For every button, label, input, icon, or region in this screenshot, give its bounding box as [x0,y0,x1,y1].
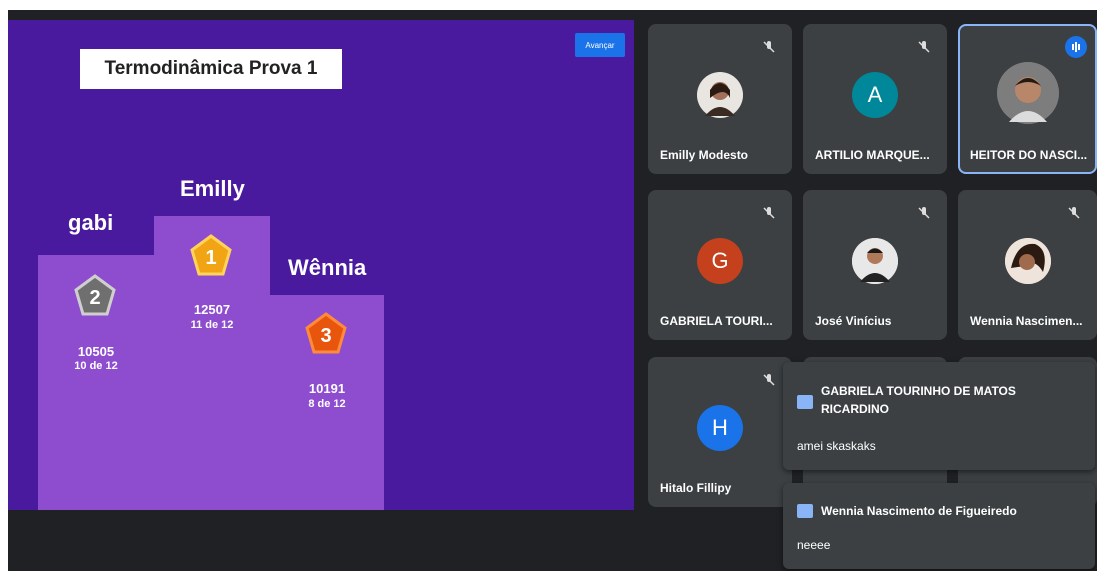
podium-name-second: gabi [68,210,114,235]
participant-tile[interactable]: José Vinícius [803,190,947,340]
podium-name-first: Emilly [180,176,245,201]
mic-off-icon [763,41,775,53]
avatar-letter: G [697,238,743,284]
participant-name: GABRIELA TOURI... [660,314,773,328]
chat-icon [797,395,813,409]
avatar-photo [996,62,1059,124]
speaking-indicator-icon [1065,36,1087,58]
mic-off-icon [918,207,930,219]
participant-tile[interactable]: Emilly Modesto [648,24,792,174]
advance-button[interactable]: Avançar [575,33,625,57]
third-place-badge-icon: 3 [305,312,347,354]
first-place-number: 1 [205,247,216,269]
mic-off-icon [1068,207,1080,219]
podium-score-first: 12507 [193,302,231,317]
second-place-number: 2 [89,287,100,309]
podium-name-third: Wênnia [288,255,367,280]
participant-name: Emilly Modesto [660,148,749,162]
chat-notification[interactable]: GABRIELA TOURINHO DE MATOS RICARDINO ame… [783,362,1095,470]
avatar-photo [1004,238,1051,284]
chat-sender: Wennia Nascimento de Figueiredo [821,504,1017,518]
podium-detail-third: 8 de 12 [308,398,346,410]
chat-sender: GABRIELA TOURINHO DE MATOS RICARDINO [821,384,1016,416]
participant-tile[interactable]: H Hitalo Fillipy [648,357,792,507]
chat-icon [797,504,813,518]
podium-score-second: 10505 [77,344,115,359]
second-place-badge-icon: 2 [74,274,116,316]
avatar-letter: A [852,72,898,118]
podium-detail-first: 11 de 12 [190,319,234,331]
participant-tile[interactable]: A ARTILIO MARQUE... [803,24,947,174]
mic-off-icon [763,374,775,386]
participant-name: José Vinícius [815,314,892,328]
participant-name: HEITOR DO NASCI... [970,148,1088,162]
participant-tile-active-speaker[interactable]: HEITOR DO NASCI... [958,24,1097,174]
participant-tile[interactable]: G GABRIELA TOURI... [648,190,792,340]
participant-name: Hitalo Fillipy [660,481,732,495]
participant-name: Wennia Nascimen... [970,314,1083,328]
podium-score-third: 10191 [308,381,346,396]
participant-tile[interactable]: Wennia Nascimen... [958,190,1097,340]
avatar-letter: H [697,405,743,451]
avatar-photo [697,72,743,118]
third-place-number: 3 [320,325,331,347]
participant-name: ARTILIO MARQUE... [815,148,930,162]
first-place-badge-icon: 1 [190,234,232,276]
podium-detail-second: 10 de 12 [74,360,118,372]
avatar-photo [852,238,898,284]
presentation-title: Termodinâmica Prova 1 [80,49,342,89]
chat-message: neeee [797,538,831,552]
mic-off-icon [918,41,930,53]
chat-message: amei skaskaks [797,439,876,453]
chat-notification[interactable]: Wennia Nascimento de Figueiredo neeee [783,483,1095,569]
mic-off-icon [763,207,775,219]
